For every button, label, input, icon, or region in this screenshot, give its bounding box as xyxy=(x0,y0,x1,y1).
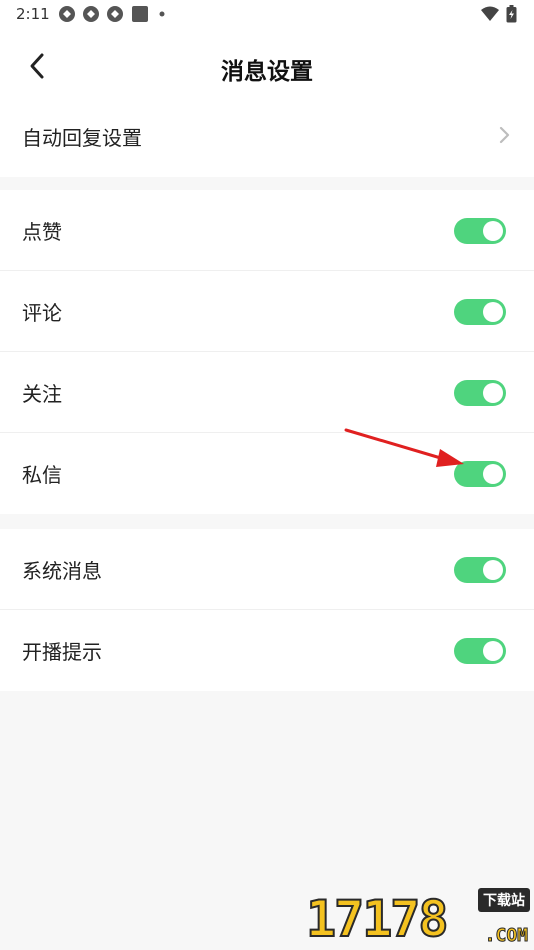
dot-icon xyxy=(159,11,165,17)
watermark-suffix: .COM xyxy=(484,925,528,947)
row-label: 点赞 xyxy=(22,220,62,244)
status-bar: 2:11 xyxy=(0,0,534,30)
toggle-knob xyxy=(483,302,503,322)
likes-toggle[interactable] xyxy=(454,218,506,244)
chevron-right-icon xyxy=(499,126,510,144)
sync-icon xyxy=(83,6,99,22)
watermark-logo: 17178 下载站 .COM xyxy=(305,888,532,949)
square-icon xyxy=(132,6,148,22)
row-comments: 评论 xyxy=(0,271,534,352)
row-follows: 关注 xyxy=(0,352,534,433)
annotation-arrow-icon xyxy=(344,428,464,467)
section-auto-reply: 自动回复设置 xyxy=(0,96,534,177)
row-system-messages: 系统消息 xyxy=(0,529,534,610)
watermark-number: 17178 xyxy=(305,889,450,949)
battery-icon xyxy=(506,5,517,23)
toggle-knob xyxy=(483,560,503,580)
section-system: 系统消息 开播提示 xyxy=(0,529,534,691)
row-likes: 点赞 xyxy=(0,190,534,271)
watermark-badge: 下载站 xyxy=(478,888,530,912)
comments-toggle[interactable] xyxy=(454,299,506,325)
row-label: 评论 xyxy=(22,301,62,325)
status-icons-right xyxy=(480,5,520,23)
sync-icon xyxy=(107,6,123,22)
toggle-knob xyxy=(483,464,503,484)
sync-icon xyxy=(59,6,75,22)
row-label: 自动回复设置 xyxy=(22,126,142,150)
page-title: 消息设置 xyxy=(221,59,313,85)
row-auto-reply-settings[interactable]: 自动回复设置 xyxy=(0,96,534,177)
header: 消息设置 xyxy=(0,30,534,102)
system-messages-toggle[interactable] xyxy=(454,557,506,583)
row-label: 关注 xyxy=(22,382,62,406)
live-reminder-toggle[interactable] xyxy=(454,638,506,664)
row-label: 开播提示 xyxy=(22,640,102,664)
status-time: 2:11 xyxy=(16,5,50,23)
row-label: 系统消息 xyxy=(22,559,102,583)
toggle-knob xyxy=(483,641,503,661)
toggle-knob xyxy=(483,221,503,241)
row-label: 私信 xyxy=(22,463,62,487)
follows-toggle[interactable] xyxy=(454,380,506,406)
toggle-knob xyxy=(483,383,503,403)
wifi-icon xyxy=(481,6,499,21)
row-live-reminder: 开播提示 xyxy=(0,610,534,691)
